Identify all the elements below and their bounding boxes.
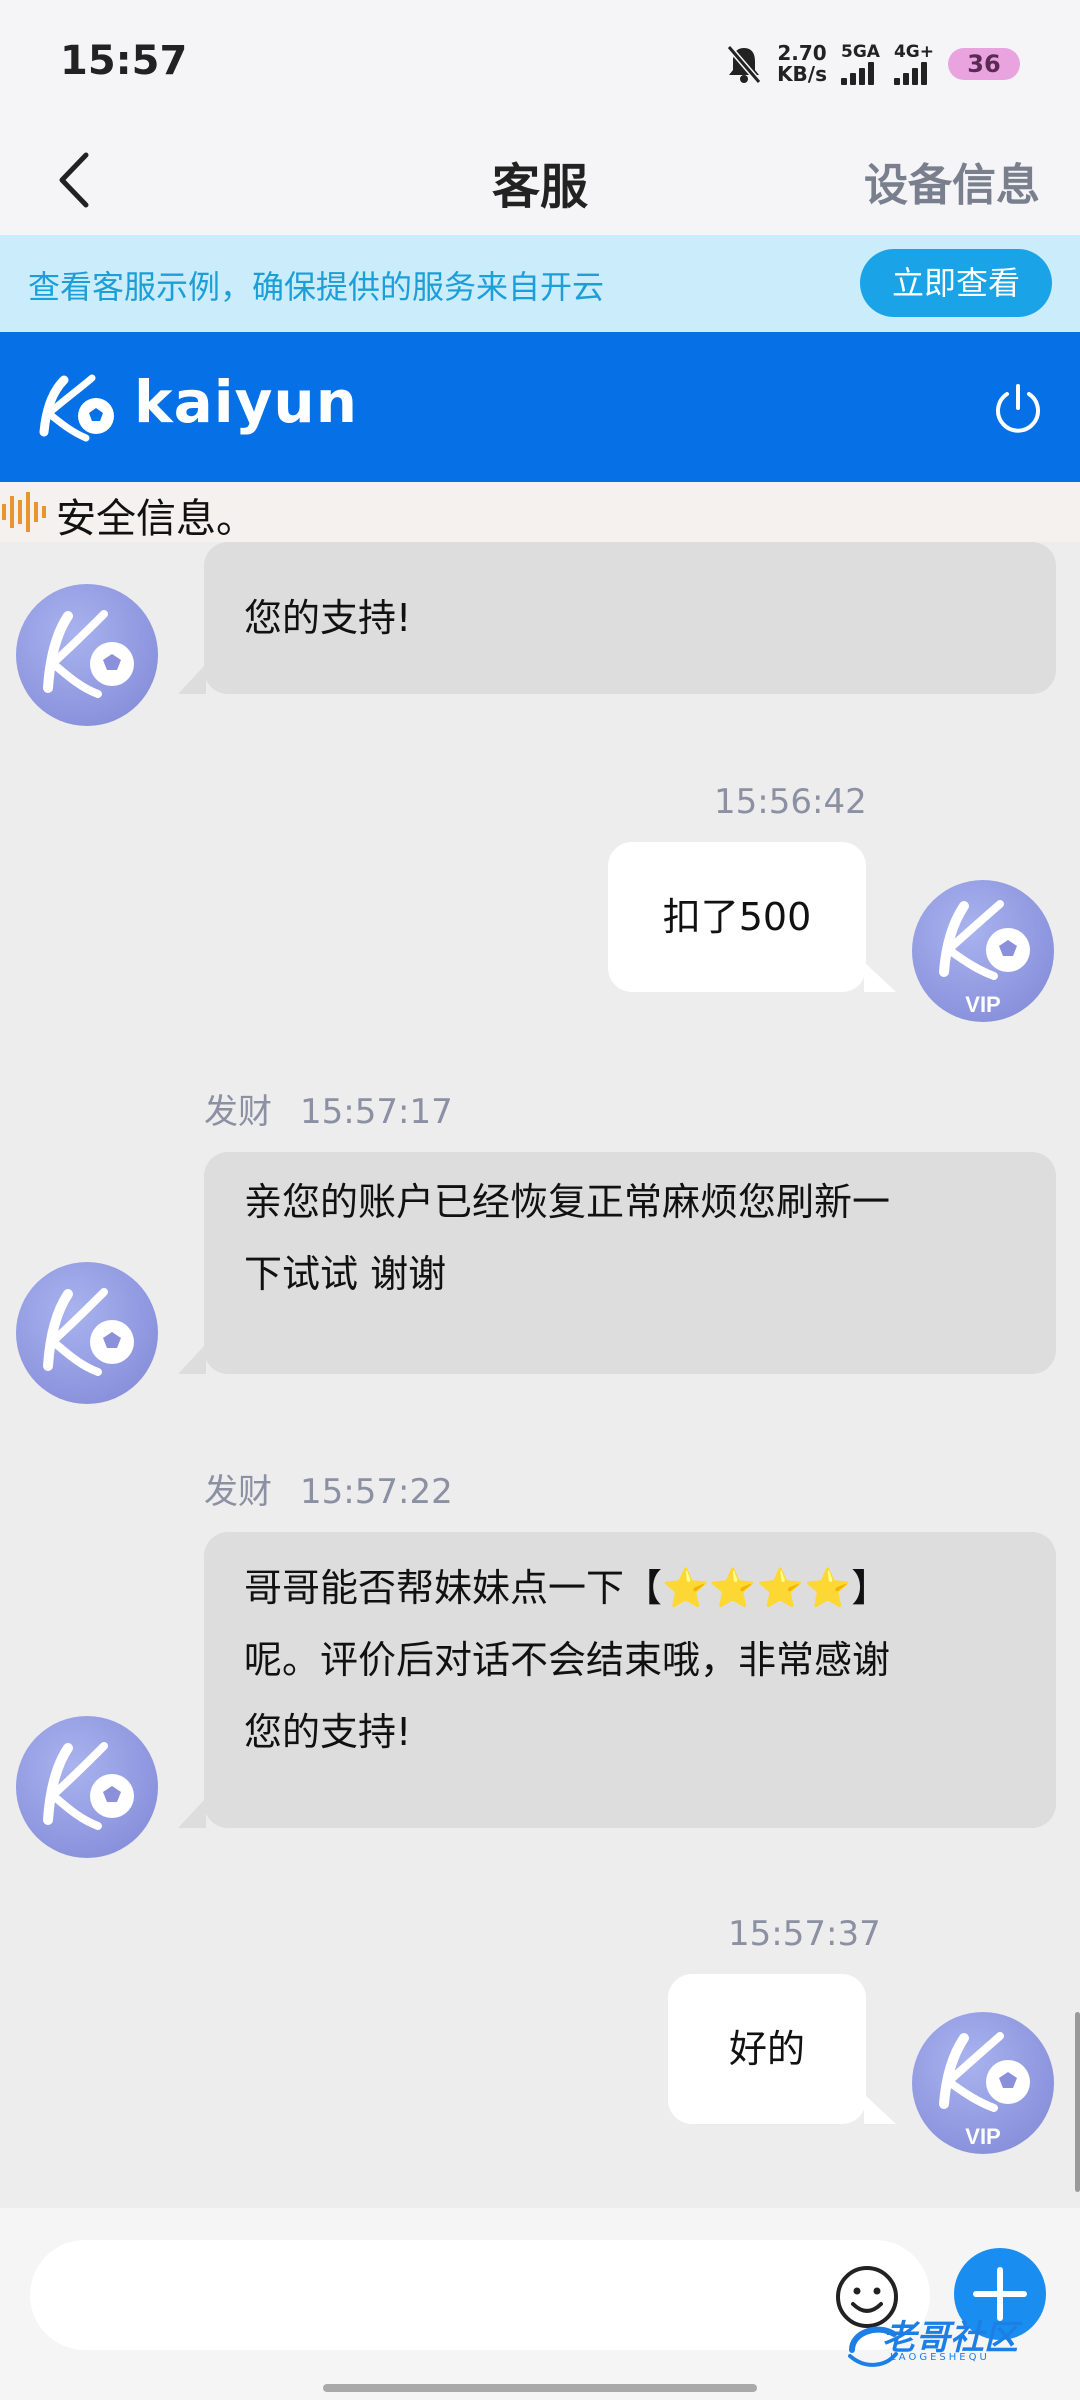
- message-text: 哥哥能否帮妹妹点一下【: [244, 1566, 663, 1610]
- input-bar: 老哥社区 LAOGESHEQU: [0, 2208, 1080, 2400]
- status-icons: 2.70 KB/s 5GA 4G+ 36: [725, 40, 1030, 88]
- star-rating-icons[interactable]: ⭐⭐⭐⭐: [662, 1566, 851, 1610]
- message-text: 好的: [728, 2027, 805, 2071]
- message-bubble-outgoing: 好的: [668, 1974, 896, 2124]
- message-text-line: 您的支持!: [244, 1710, 412, 1754]
- chat-scrollbar[interactable]: [1075, 2012, 1080, 2192]
- user-avatar-vip: VIP: [912, 2012, 1054, 2154]
- notice-text: 查看客服示例，确保提供的服务来自开云: [28, 268, 605, 306]
- battery-icon: 36: [948, 48, 1030, 80]
- device-info-button[interactable]: 设备信息: [864, 149, 1040, 213]
- message-time: 15:57:22: [300, 1472, 453, 1512]
- kaiyun-logo-icon: VIP: [939, 2032, 1030, 2149]
- kaiyun-logo-icon: [43, 1288, 134, 1376]
- message-timestamp: 15:57:37: [728, 1914, 881, 1954]
- message-text-line: 下试试 谢谢: [244, 1252, 447, 1296]
- sim2-label: 4G+: [893, 42, 934, 62]
- sender-name: 发财: [204, 1472, 272, 1512]
- agent-avatar: [16, 584, 158, 726]
- sound-wave-icon: [2, 492, 46, 532]
- net-speed: 2.70 KB/s: [777, 43, 827, 85]
- battery-level: 36: [967, 50, 1001, 78]
- sim1-signal: 5GA: [841, 43, 880, 85]
- net-speed-unit: KB/s: [777, 62, 828, 86]
- message-text-line: 哥哥能否帮妹妹点一下【⭐⭐⭐⭐】: [244, 1552, 1016, 1624]
- chat-messages[interactable]: 您的支持! 15:56:42 扣了500 VIP 发财 15:57:17 亲您的账…: [0, 542, 1080, 2208]
- kaiyun-logo-icon: VIP: [939, 900, 1030, 1017]
- notice-banner: 查看客服示例，确保提供的服务来自开云 立即查看: [0, 235, 1080, 332]
- message-meta: 发财 15:57:22: [204, 1464, 453, 1513]
- brand-header: kaiyun: [0, 332, 1080, 482]
- home-indicator[interactable]: [323, 2384, 757, 2392]
- sim2-signal: 4G+: [893, 42, 934, 85]
- agent-avatar: [16, 1716, 158, 1858]
- vip-badge: VIP: [965, 992, 1000, 1017]
- message-bubble-incoming: 哥哥能否帮妹妹点一下【⭐⭐⭐⭐】 呢。评价后对话不会结束哦，非常感谢 您的支持!: [178, 1532, 1056, 1828]
- message-text-line: 亲您的账户已经恢复正常麻烦您刷新一: [244, 1180, 891, 1224]
- power-icon[interactable]: [990, 382, 1046, 438]
- announcement-marquee: 安全信息。: [0, 482, 1080, 542]
- message-text: 扣了500: [662, 895, 812, 939]
- signal-icon: [841, 61, 875, 85]
- status-time: 15:57: [60, 38, 188, 84]
- logo-text: kaiyun: [134, 368, 358, 436]
- kaiyun-logo-icon: [39, 374, 114, 442]
- message-text: 】: [851, 1566, 890, 1610]
- kaiyun-logo-icon: [43, 1742, 134, 1830]
- message-meta: 发财 15:57:17: [204, 1084, 453, 1133]
- watermark-subtext: LAOGESHEQU: [890, 2352, 990, 2363]
- user-avatar-vip: VIP: [912, 880, 1054, 1022]
- agent-avatar: [16, 1262, 158, 1404]
- message-timestamp: 15:56:42: [714, 782, 867, 822]
- message-bubble-outgoing: 扣了500: [608, 842, 896, 992]
- announcement-text: 安全信息。: [56, 496, 256, 542]
- message-time: 15:56:42: [714, 782, 867, 822]
- view-now-button[interactable]: 立即查看: [860, 249, 1052, 317]
- message-bubble-incoming: 亲您的账户已经恢复正常麻烦您刷新一 下试试 谢谢: [178, 1152, 1056, 1374]
- sim1-label: 5GA: [841, 42, 880, 62]
- sender-name: 发财: [204, 1092, 272, 1132]
- net-speed-value: 2.70: [777, 41, 827, 65]
- message-text: 您的支持!: [244, 596, 412, 640]
- watermark-logo: 老哥社区 LAOGESHEQU: [842, 2308, 1068, 2378]
- message-input[interactable]: [30, 2240, 930, 2350]
- kaiyun-logo-icon: [43, 610, 134, 698]
- status-bar: 15:57 2.70 KB/s 5GA 4G+ 36: [0, 0, 1080, 125]
- signal-icon: [893, 61, 927, 85]
- nav-bar: 客服 设备信息: [0, 125, 1080, 235]
- message-text-line: 呢。评价后对话不会结束哦，非常感谢: [244, 1638, 891, 1682]
- vip-badge: VIP: [965, 2124, 1000, 2149]
- bell-muted-icon: [726, 45, 762, 84]
- message-bubble-incoming: 您的支持!: [178, 542, 1056, 694]
- message-time: 15:57:17: [300, 1092, 453, 1132]
- message-time: 15:57:37: [728, 1914, 881, 1954]
